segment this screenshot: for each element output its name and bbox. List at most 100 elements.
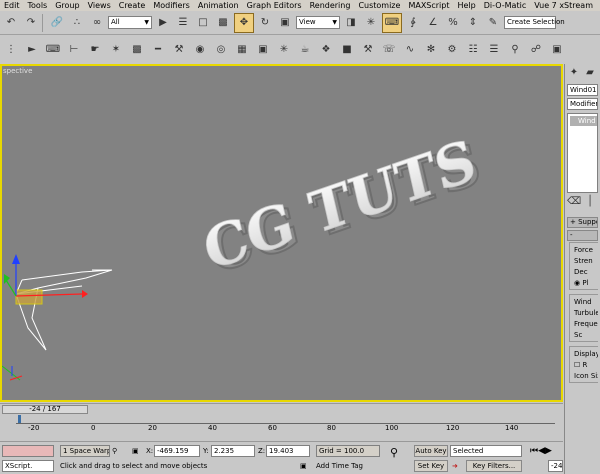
display-group: Display ☐ R Icon Siz	[569, 346, 598, 383]
select-object-icon[interactable]: ▶	[154, 14, 172, 32]
wave-icon[interactable]: ∿	[401, 41, 419, 59]
material-editor-icon[interactable]: ◉	[191, 41, 209, 59]
y-coordinate-field[interactable]: 2.235	[211, 445, 255, 457]
menu-customize[interactable]: Customize	[354, 0, 404, 11]
named-selection-icon[interactable]: ✎	[484, 14, 502, 32]
curve-editor-icon[interactable]: ━	[149, 41, 167, 59]
set-key-icon[interactable]: ➜	[452, 461, 458, 471]
keyboard-shortcut-override-icon[interactable]: ⌨	[382, 12, 402, 33]
clone-icon[interactable]: ■	[338, 41, 356, 59]
menu-rendering[interactable]: Rendering	[306, 0, 355, 11]
selection-filter-dropdown[interactable]: All ▼	[108, 16, 152, 29]
window-crossing-icon[interactable]: ▩	[214, 14, 232, 32]
menu-group[interactable]: Group	[51, 0, 83, 11]
range-checkbox[interactable]: ☐ R	[570, 360, 598, 371]
select-scale-icon[interactable]: ▣	[276, 14, 294, 32]
z-coordinate-field[interactable]: 19.403	[266, 445, 310, 457]
render-icon[interactable]: ☍	[527, 41, 545, 59]
planar-radio[interactable]: ◉ Pl	[570, 278, 598, 289]
select-move-icon[interactable]: ✥	[234, 12, 254, 33]
unlink-icon[interactable]: ∴	[68, 14, 86, 32]
modifier-list-dropdown[interactable]: Modifier Li	[567, 98, 598, 110]
force-group: Force Stren Dec ◉ Pl	[569, 242, 598, 290]
zoom-extents-icon[interactable]: ⚲	[506, 41, 524, 59]
menu-animation[interactable]: Animation	[194, 0, 243, 11]
snaps-toggle-icon[interactable]: ∳	[404, 14, 422, 32]
select-manipulate-icon[interactable]: ✳	[362, 14, 380, 32]
paint-icon[interactable]: ✻	[422, 41, 440, 59]
layer-manager-icon[interactable]: ▩	[128, 41, 146, 59]
menu-help[interactable]: Help	[454, 0, 480, 11]
key-filters-button[interactable]: Key Filters...	[466, 460, 522, 472]
percent-snap-icon[interactable]: %	[444, 14, 462, 32]
modifier-stack-item[interactable]: Wind	[570, 116, 597, 126]
create-tab-icon[interactable]: ✦	[567, 66, 581, 80]
track-bar[interactable]: -20 0 20 40 60 80 100 120 140	[0, 414, 563, 436]
schematic-view-icon[interactable]: ⚒	[170, 41, 188, 59]
tick-label: 40	[208, 424, 217, 432]
menu-vue-xstream[interactable]: Vue 7 xStream	[530, 0, 597, 11]
render-setup-icon[interactable]: ▦	[233, 41, 251, 59]
time-slider-thumb[interactable]: -24 / 167	[2, 405, 88, 414]
menu-di-o-matic[interactable]: Di-O-Matic	[480, 0, 530, 11]
dial-icon[interactable]: ⚙	[443, 41, 461, 59]
abc-icon[interactable]: ☰	[485, 41, 503, 59]
align-icon[interactable]: ⌨	[44, 41, 62, 59]
rollout-parameters[interactable]: -	[567, 230, 598, 241]
menu-views[interactable]: Views	[84, 0, 115, 11]
quick-render-icon[interactable]: ✳	[275, 41, 293, 59]
menu-edit[interactable]: Edit	[0, 0, 24, 11]
reference-coordinate-dropdown[interactable]: View ▼	[296, 16, 340, 29]
key-mode-dropdown[interactable]: Selected	[450, 445, 522, 457]
time-slider[interactable]: -24 / 167	[0, 403, 563, 414]
playback-controls[interactable]: ⏮◀▶	[530, 446, 552, 456]
mirror-icon[interactable]: ►	[23, 41, 41, 59]
hammer-icon[interactable]: ⚒	[359, 41, 377, 59]
perspective-viewport[interactable]: spective CG TUTS CG TUTS	[0, 64, 563, 402]
lens-icon[interactable]: ◎	[212, 41, 230, 59]
maxscript-listener-white[interactable]: XScript.	[2, 460, 54, 472]
add-time-tag-icon[interactable]: ▣	[300, 461, 307, 471]
undo-icon[interactable]: ↶	[2, 14, 20, 32]
menu-create[interactable]: Create	[115, 0, 150, 11]
modify-tab-icon[interactable]: ▰	[583, 66, 597, 80]
select-by-name-icon[interactable]: ☰	[174, 14, 192, 32]
phone-icon[interactable]: ☏	[380, 41, 398, 59]
rollout-support[interactable]: + Suppo	[567, 217, 598, 228]
axis-constraints-icon[interactable]: ⊢	[65, 41, 83, 59]
set-key-button[interactable]: Set Key	[414, 460, 448, 472]
spray-icon[interactable]: ☛	[86, 41, 104, 59]
bind-space-warp-icon[interactable]: ∞	[88, 14, 106, 32]
terminal-icon[interactable]: ☷	[464, 41, 482, 59]
render-frame-icon[interactable]: ▣	[254, 41, 272, 59]
wind-gizmo[interactable]	[2, 254, 113, 381]
rect-selection-icon[interactable]: □	[194, 14, 212, 32]
key-icon[interactable]: ⚲	[390, 447, 398, 458]
spinner-snap-icon[interactable]: ⇕	[464, 14, 482, 32]
select-rotate-icon[interactable]: ↻	[256, 14, 274, 32]
auto-key-button[interactable]: Auto Key	[414, 445, 448, 457]
pin-stack-icon[interactable]: ⌫	[567, 195, 581, 209]
current-frame-field[interactable]: -24	[548, 460, 563, 472]
wind-icon[interactable]: ❖	[317, 41, 335, 59]
add-time-tag-label[interactable]: Add Time Tag	[316, 461, 363, 471]
star-icon[interactable]: ✶	[107, 41, 125, 59]
menu-graph-editors[interactable]: Graph Editors	[243, 0, 306, 11]
absolute-mode-icon[interactable]: ▣	[132, 446, 139, 456]
menu-tools[interactable]: Tools	[24, 0, 52, 11]
angle-snap-icon[interactable]: ∠	[424, 14, 442, 32]
menu-modifiers[interactable]: Modifiers	[149, 0, 194, 11]
maxscript-listener-pink[interactable]	[2, 445, 54, 457]
redo-icon[interactable]: ↷	[22, 14, 40, 32]
pivot-center-icon[interactable]: ◨	[342, 14, 360, 32]
teapot-icon[interactable]: ☕	[296, 41, 314, 59]
x-coordinate-field[interactable]: -469.159	[154, 445, 200, 457]
object-name-field[interactable]: Wind01	[567, 84, 598, 96]
select-link-icon[interactable]: 🔗	[48, 14, 66, 32]
named-selection-sets-input[interactable]: Create Selection	[504, 16, 565, 29]
lock-icon[interactable]: ⚲	[112, 446, 117, 456]
show-end-result-icon[interactable]: │	[583, 195, 597, 209]
monitor-icon[interactable]: ▣	[548, 41, 566, 59]
menu-maxscript[interactable]: MAXScript	[404, 0, 453, 11]
cg-tuts-3d-text[interactable]: CG TUTS CG TUTS	[197, 126, 487, 289]
